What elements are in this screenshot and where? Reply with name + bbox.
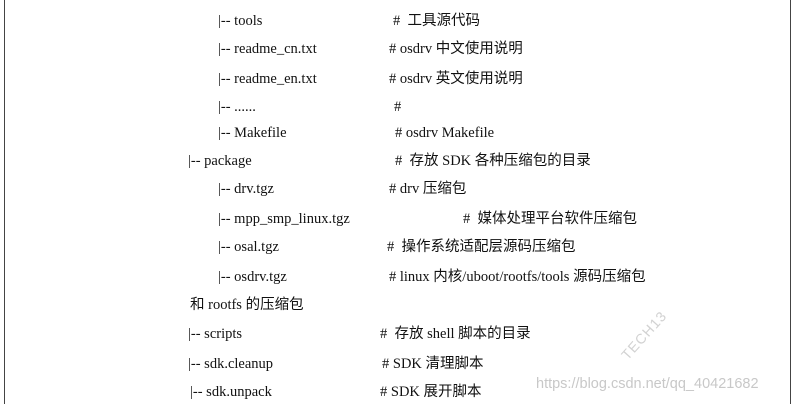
tree-entry-drv-tgz: |-- drv.tgz [218,181,274,197]
tree-entry-ellipsis: |-- ...... [218,99,256,115]
tree-entry-sdk-cleanup: |-- sdk.cleanup [188,356,274,372]
comment-sdk-cleanup: # SDK 清理脚本 [382,356,484,372]
tree-entry-mpp-smp-linux-tgz: |-- mpp_smp_linux.tgz [218,211,350,227]
comment-drv-tgz: # drv 压缩包 [389,181,467,197]
csdn-watermark: https://blog.csdn.net/qq_40421682 [536,376,759,392]
tree-entry-readme-en: |-- readme_en.txt [218,71,317,87]
comment-sdk-unpack: # SDK 展开脚本 [380,384,482,400]
tree-entry-sdk-unpack: |-- sdk.unpack [190,384,272,400]
comment-readme-cn: # osdrv 中文使用说明 [389,41,523,57]
tree-entry-package: |-- package [188,153,252,169]
tree-entry-tools: |-- tools [218,13,263,29]
comment-package: # 存放 SDK 各种压缩包的目录 [395,153,591,169]
right-border-line [790,0,791,404]
left-border-line [4,0,5,404]
comment-tools: # 工具源代码 [393,13,480,29]
comment-mpp-smp-linux-tgz: # 媒体处理平台软件压缩包 [463,211,637,227]
comment-scripts: # 存放 shell 脚本的目录 [380,326,531,342]
tree-entry-osal-tgz: |-- osal.tgz [218,239,279,255]
comment-osal-tgz: # 操作系统适配层源码压缩包 [387,239,576,255]
watermark-stamp: TECH13 [618,307,670,363]
wrapped-continuation: 和 rootfs 的压缩包 [190,297,304,313]
comment-ellipsis: # [394,99,402,115]
tree-entry-osdrv-tgz: |-- osdrv.tgz [218,269,287,285]
tree-entry-readme-cn: |-- readme_cn.txt [218,41,317,57]
comment-readme-en: # osdrv 英文使用说明 [389,71,523,87]
comment-makefile: # osdrv Makefile [395,125,495,141]
tree-entry-scripts: |-- scripts [188,326,243,342]
tree-entry-makefile: |-- Makefile [218,125,287,141]
comment-osdrv-tgz: # linux 内核/uboot/rootfs/tools 源码压缩包 [389,269,646,285]
